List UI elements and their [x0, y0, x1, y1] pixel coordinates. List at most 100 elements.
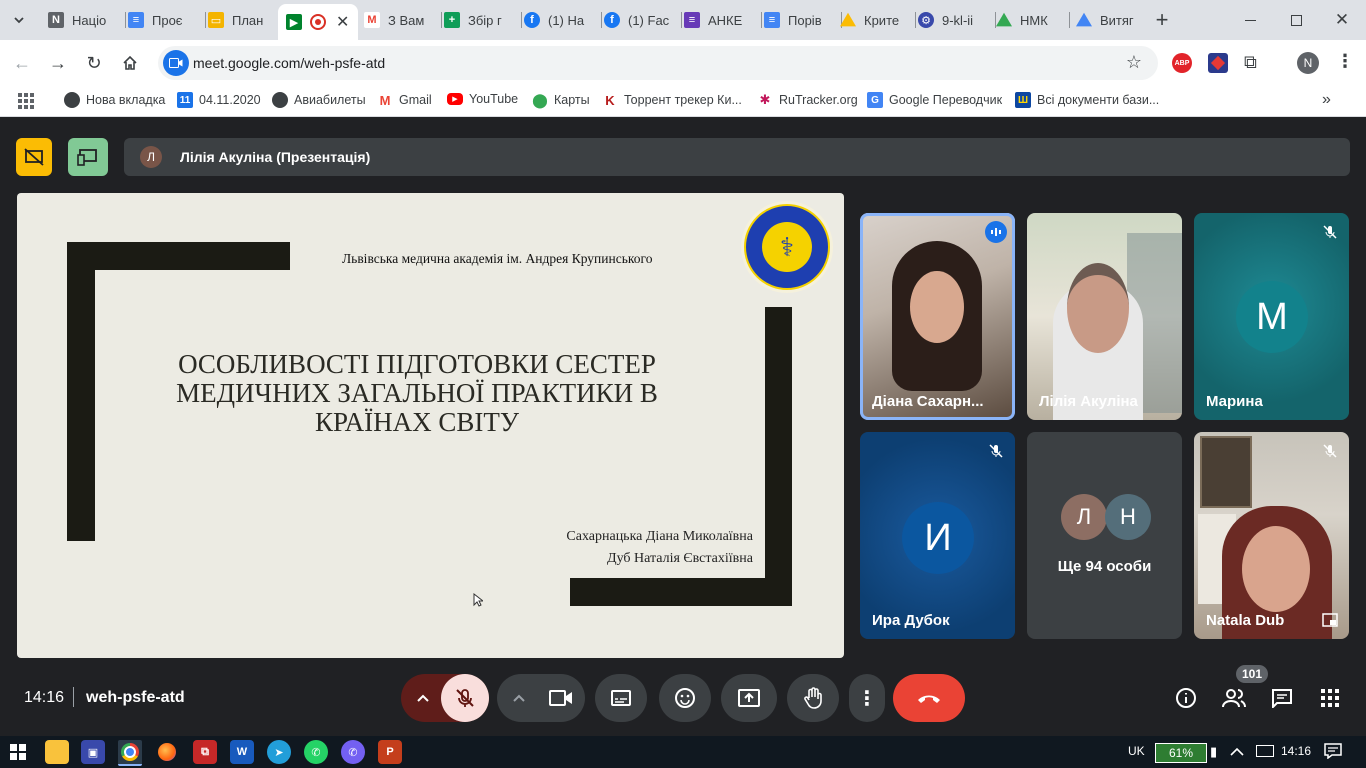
bookmark-torrent[interactable]: K Торрент трекер Ки... — [602, 92, 742, 108]
video-options-button[interactable] — [497, 674, 541, 722]
home-button[interactable] — [118, 51, 142, 75]
participant-tile-liliia[interactable]: Лілія Акуліна — [1027, 213, 1182, 420]
bookmark-rutracker[interactable]: ✱ RuTracker.org — [757, 92, 858, 108]
tab-meet-active[interactable]: ▶ ✕ — [278, 4, 358, 40]
mic-off-icon — [1319, 221, 1341, 243]
tab-label: Проє — [152, 12, 183, 28]
viber-icon[interactable]: ✆ — [341, 740, 365, 764]
whatsapp-icon[interactable]: ✆ — [304, 740, 328, 764]
bookmark-translate[interactable]: G Google Переводчик — [867, 92, 1002, 108]
notification-center-icon[interactable] — [1324, 743, 1342, 764]
restore-button[interactable] — [1284, 8, 1308, 32]
site-icon: ⚙ — [918, 12, 934, 28]
word-icon[interactable]: W — [230, 740, 254, 764]
profile-avatar[interactable]: N — [1297, 52, 1319, 74]
tray-clock[interactable]: 14:16 — [1281, 744, 1311, 758]
people-button[interactable] — [1220, 684, 1248, 712]
battery-indicator[interactable]: 61% — [1155, 743, 1207, 763]
save-floppy-icon[interactable]: ▣ — [81, 740, 105, 764]
telegram-icon[interactable]: ➤ — [267, 740, 291, 764]
menu-dots-icon[interactable]: ⋮ — [1336, 51, 1354, 72]
stop-presenting-button[interactable] — [16, 138, 52, 176]
tab-14[interactable]: Витяг — [1074, 6, 1148, 34]
tray-chevron-icon[interactable] — [1230, 744, 1244, 762]
activities-button[interactable] — [1316, 684, 1344, 712]
extensions-puzzle-icon[interactable]: ⧉ — [1244, 52, 1257, 73]
tab-3[interactable]: ▭ План — [198, 6, 286, 34]
close-icon[interactable]: ✕ — [336, 12, 349, 32]
apps-grid-icon[interactable] — [18, 93, 34, 109]
audio-options-button[interactable] — [401, 674, 445, 722]
reload-button[interactable]: ↻ — [82, 51, 106, 75]
tab-12[interactable]: ⚙ 9-kl-ii — [914, 6, 996, 34]
more-options-button[interactable]: ⋮ — [849, 674, 885, 722]
chrome-icon[interactable] — [118, 740, 142, 766]
firefox-icon[interactable] — [155, 740, 179, 764]
tab-label: АНКЕ — [708, 12, 743, 28]
network-battery-icon[interactable] — [1256, 745, 1274, 757]
tab-5[interactable]: M З Вам — [356, 6, 442, 34]
tab-11[interactable]: Крите — [836, 6, 916, 34]
start-button[interactable] — [10, 744, 26, 760]
tab-2[interactable]: ≡ Проє — [118, 6, 206, 34]
forward-button[interactable]: → — [46, 51, 70, 75]
bookmark-new-tab[interactable]: Нова вкладка — [64, 92, 165, 108]
companion-mode-button[interactable] — [68, 138, 108, 176]
adblock-extension-icon[interactable]: ABP — [1172, 53, 1192, 73]
app-icon[interactable]: ⧉ — [193, 740, 217, 764]
participant-tile-others[interactable]: Л Н Ще 94 особи — [1027, 432, 1182, 639]
bookmark-star-icon[interactable]: ☆ — [1126, 52, 1142, 73]
bookmark-label: RuTracker.org — [779, 93, 858, 107]
tab-13[interactable]: НМК — [994, 6, 1070, 34]
bookmarks-overflow-icon[interactable]: » — [1322, 91, 1331, 109]
bookmark-date[interactable]: 11 04.11.2020 — [177, 92, 261, 108]
bookmark-aviabilety[interactable]: Авиабилеты — [272, 92, 366, 108]
bookmark-maps[interactable]: ⬤ Карты — [532, 92, 589, 108]
language-indicator[interactable]: UK — [1128, 744, 1145, 758]
meeting-divider — [73, 687, 74, 707]
participant-tile-maryna[interactable]: М Марина — [1194, 213, 1349, 420]
battery-percent: 61% — [1168, 746, 1194, 760]
tab-7[interactable]: f (1) На — [516, 6, 602, 34]
tab-9[interactable]: ≡ АНКЕ — [676, 6, 762, 34]
mouse-cursor-icon — [473, 592, 485, 612]
tab-6[interactable]: + Збір г — [436, 6, 522, 34]
meeting-details-button[interactable] — [1172, 684, 1200, 712]
bookmark-documents[interactable]: Ш Всі документи бази... — [1015, 92, 1159, 108]
address-bar[interactable]: meet.google.com/weh-psfe-atd ☆ — [158, 46, 1158, 80]
leave-call-button[interactable] — [893, 674, 965, 722]
extension-icon[interactable] — [1208, 53, 1228, 73]
powerpoint-icon[interactable]: P — [378, 740, 402, 764]
raise-hand-button[interactable] — [787, 674, 839, 722]
tab-8[interactable]: f (1) Fac — [596, 6, 682, 34]
chat-button[interactable] — [1268, 684, 1296, 712]
picture-in-picture-icon[interactable] — [1319, 609, 1341, 631]
tab-strip: N Націо ≡ Проє ▭ План ▶ ✕ M З Вам + Збір г f (… — [0, 0, 1366, 40]
file-explorer-icon[interactable] — [45, 740, 69, 764]
drive-icon — [996, 12, 1012, 27]
mic-toggle-button[interactable] — [441, 674, 489, 722]
participant-tile-natala[interactable]: Natala Dub — [1194, 432, 1349, 639]
captions-button[interactable] — [595, 674, 647, 722]
trident-icon: Ш — [1015, 92, 1031, 108]
camera-toggle-button[interactable] — [537, 674, 585, 722]
bookmark-youtube[interactable]: ▶ YouTube — [447, 92, 518, 106]
mic-off-icon — [1319, 440, 1341, 462]
present-now-button[interactable] — [721, 674, 777, 722]
new-tab-button[interactable]: + — [1150, 7, 1174, 32]
participant-tile-diana[interactable]: Діана Сахарн... — [860, 213, 1015, 420]
minimize-button[interactable] — [1238, 8, 1262, 32]
present-screen-icon — [738, 689, 760, 707]
slide-author: Сахарнацька Діана Миколаївна — [566, 529, 753, 544]
back-button[interactable]: ← — [10, 51, 34, 75]
participant-name: Марина — [1206, 393, 1263, 410]
tab-1[interactable]: N Націо — [38, 6, 126, 34]
reactions-button[interactable] — [659, 674, 711, 722]
presentation-header: Л Лілія Акуліна (Презентація) — [124, 138, 1350, 176]
tab-search-button[interactable] — [8, 9, 30, 31]
participant-tile-ira[interactable]: И Ира Дубок — [860, 432, 1015, 639]
toolbar: ← → ↻ meet.google.com/weh-psfe-atd ☆ ABP… — [0, 40, 1366, 86]
tab-10[interactable]: ≡ Порів — [756, 6, 842, 34]
bookmark-gmail[interactable]: M Gmail — [377, 92, 432, 108]
close-window-button[interactable]: ✕ — [1330, 8, 1354, 32]
